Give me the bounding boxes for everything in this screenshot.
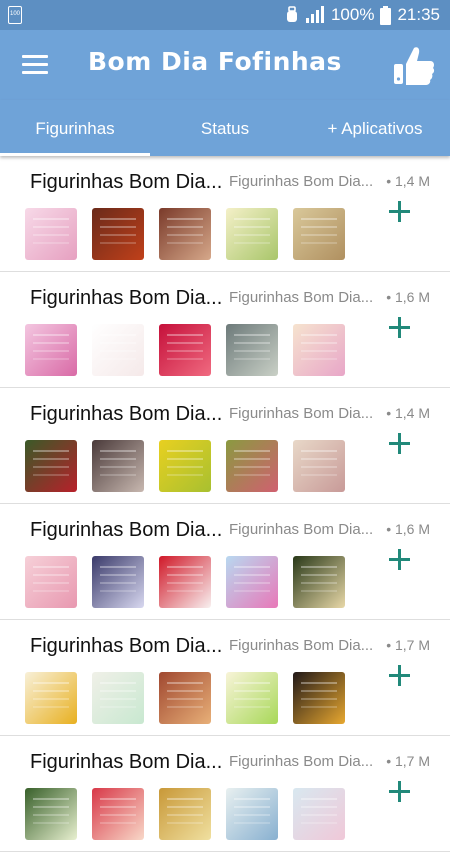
sticker-thumbnail — [293, 556, 345, 608]
pack-size: • 1,4 M — [386, 405, 430, 421]
add-pack-button[interactable] — [388, 432, 412, 456]
sticker-thumbnail — [25, 324, 77, 376]
sticker-thumbnail — [159, 208, 211, 260]
signal-icon — [305, 6, 324, 23]
sticker-thumbnail — [92, 440, 144, 492]
sticker-preview-strip — [25, 672, 355, 724]
status-icons: 100% 21:35 — [285, 0, 440, 30]
sticker-thumbnail — [92, 324, 144, 376]
sticker-pack-row[interactable]: Figurinhas Bom Dia... Figurinhas Bom Dia… — [0, 504, 450, 620]
notification-icon: 100 — [8, 6, 22, 24]
add-pack-button[interactable] — [388, 664, 412, 688]
add-pack-button[interactable] — [388, 200, 412, 224]
sticker-thumbnail — [293, 788, 345, 840]
pack-size: • 1,6 M — [386, 289, 430, 305]
sticker-preview-strip — [25, 440, 355, 492]
pack-name: Figurinhas Bom Dia... — [30, 287, 223, 309]
pack-author: Figurinhas Bom Dia... — [229, 289, 374, 306]
pack-size: • 1,4 M — [386, 173, 430, 189]
sticker-thumbnail — [92, 672, 144, 724]
pack-name: Figurinhas Bom Dia... — [30, 171, 223, 193]
sticker-thumbnail — [293, 440, 345, 492]
sticker-thumbnail — [226, 556, 278, 608]
pack-author: Figurinhas Bom Dia... — [229, 521, 374, 538]
pack-size: • 1,7 M — [386, 753, 430, 769]
tab-bar: Figurinhas Status + Aplicativos — [0, 100, 450, 156]
sticker-thumbnail — [293, 208, 345, 260]
pack-author: Figurinhas Bom Dia... — [229, 637, 374, 654]
app-bar: Bom Dia Fofinhas — [0, 30, 450, 100]
sticker-thumbnail — [25, 440, 77, 492]
clock: 21:35 — [397, 5, 440, 24]
sticker-thumbnail — [92, 788, 144, 840]
add-pack-button[interactable] — [388, 548, 412, 572]
battery-percent: 100% — [330, 5, 375, 24]
sticker-preview-strip — [25, 556, 355, 608]
tab-figurinhas[interactable]: Figurinhas — [0, 100, 150, 156]
menu-icon[interactable] — [22, 55, 48, 75]
sticker-thumbnail — [92, 556, 144, 608]
pack-size: • 1,6 M — [386, 521, 430, 537]
sticker-thumbnail — [159, 672, 211, 724]
pack-name: Figurinhas Bom Dia... — [30, 635, 223, 657]
status-bar: 100 100% 21:35 — [0, 0, 450, 30]
sticker-preview-strip — [25, 324, 355, 376]
pack-size: • 1,7 M — [386, 637, 430, 653]
sticker-pack-row[interactable]: Figurinhas Bom Dia... Figurinhas Bom Dia… — [0, 388, 450, 504]
tab-aplicativos[interactable]: + Aplicativos — [300, 100, 450, 156]
alarm-icon — [286, 6, 297, 22]
app-title: Bom Dia Fofinhas — [88, 47, 342, 76]
sticker-pack-list[interactable]: Figurinhas Bom Dia... Figurinhas Bom Dia… — [0, 156, 450, 852]
sticker-thumbnail — [159, 324, 211, 376]
sticker-thumbnail — [293, 672, 345, 724]
pack-name: Figurinhas Bom Dia... — [30, 519, 223, 541]
sticker-thumbnail — [25, 208, 77, 260]
pack-author: Figurinhas Bom Dia... — [229, 173, 374, 190]
sticker-thumbnail — [159, 788, 211, 840]
pack-author: Figurinhas Bom Dia... — [229, 405, 374, 422]
battery-icon — [380, 5, 392, 25]
sticker-thumbnail — [159, 556, 211, 608]
sticker-pack-row[interactable]: Figurinhas Bom Dia... Figurinhas Bom Dia… — [0, 272, 450, 388]
pack-author: Figurinhas Bom Dia... — [229, 753, 374, 770]
sticker-thumbnail — [25, 788, 77, 840]
sticker-thumbnail — [226, 440, 278, 492]
sticker-preview-strip — [25, 208, 355, 260]
sticker-thumbnail — [293, 324, 345, 376]
pack-name: Figurinhas Bom Dia... — [30, 403, 223, 425]
add-pack-button[interactable] — [388, 316, 412, 340]
sticker-pack-row[interactable]: Figurinhas Bom Dia... Figurinhas Bom Dia… — [0, 620, 450, 736]
pack-name: Figurinhas Bom Dia... — [30, 751, 223, 773]
sticker-thumbnail — [92, 208, 144, 260]
sticker-thumbnail — [159, 440, 211, 492]
add-pack-button[interactable] — [388, 780, 412, 804]
sticker-thumbnail — [226, 788, 278, 840]
sticker-thumbnail — [226, 324, 278, 376]
sticker-thumbnail — [25, 556, 77, 608]
sticker-pack-row[interactable]: Figurinhas Bom Dia... Figurinhas Bom Dia… — [0, 736, 450, 852]
tab-status[interactable]: Status — [150, 100, 300, 156]
sticker-pack-row[interactable]: Figurinhas Bom Dia... Figurinhas Bom Dia… — [0, 156, 450, 272]
thumbs-up-icon[interactable] — [392, 44, 436, 88]
sticker-thumbnail — [226, 208, 278, 260]
sticker-preview-strip — [25, 788, 355, 840]
sticker-thumbnail — [25, 672, 77, 724]
sticker-thumbnail — [226, 672, 278, 724]
